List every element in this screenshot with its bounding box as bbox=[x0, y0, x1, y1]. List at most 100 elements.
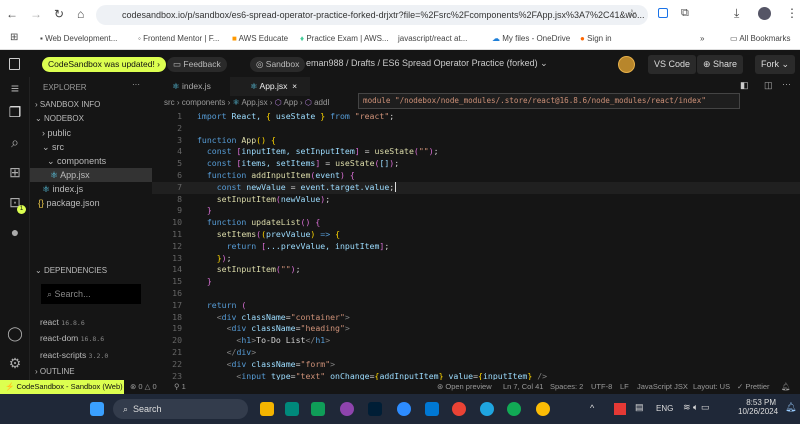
close-tab-icon[interactable]: × bbox=[292, 81, 297, 91]
code-line[interactable]: 20 <h1>To-Do List</h1> bbox=[152, 335, 800, 347]
code-line[interactable]: 22 <div className="form"> bbox=[152, 359, 800, 371]
user-avatar[interactable] bbox=[618, 56, 635, 73]
code-line[interactable]: 1 import React, { useState } from "react"… bbox=[152, 111, 800, 123]
cursor-position[interactable]: Ln 7, Col 41 bbox=[503, 380, 543, 394]
vscode-button[interactable]: VS Code bbox=[648, 55, 697, 74]
photoshop-icon[interactable] bbox=[368, 402, 382, 416]
dependency-react-dom[interactable]: react-dom 16.8.6 bbox=[40, 333, 104, 343]
extension-icon[interactable] bbox=[658, 8, 668, 18]
bookmark[interactable]: ● Sign in bbox=[580, 34, 612, 43]
indentation[interactable]: Spaces: 2 bbox=[550, 380, 583, 394]
taskbar-search[interactable]: ⌕ Search bbox=[113, 399, 248, 419]
chrome-icon[interactable] bbox=[452, 402, 466, 416]
search-icon[interactable]: ⌕ bbox=[6, 133, 24, 151]
feedback-button[interactable]: ▭ Feedback bbox=[167, 57, 227, 72]
section-outline[interactable]: › OUTLINE bbox=[35, 367, 75, 376]
bookmark[interactable]: ◦ Frontend Mentor | F... bbox=[138, 34, 219, 43]
crumb-file[interactable]: App.jsx bbox=[241, 98, 267, 107]
tray-chevron-icon[interactable]: ^ bbox=[590, 403, 594, 413]
files-icon[interactable]: ❐ bbox=[6, 103, 24, 121]
zoom-icon[interactable] bbox=[397, 402, 411, 416]
clock[interactable]: 8:53 PM 10/26/2024 bbox=[738, 398, 778, 416]
keyboard-icon[interactable]: ▤ bbox=[635, 402, 644, 413]
meet-icon[interactable] bbox=[285, 402, 299, 416]
more-icon[interactable]: ··· bbox=[132, 80, 140, 89]
code-line[interactable]: 13 }); bbox=[152, 253, 800, 265]
crumb-src[interactable]: src bbox=[164, 98, 175, 107]
file-package-json[interactable]: {} package.json bbox=[38, 198, 100, 208]
folder-src[interactable]: ⌄ src bbox=[42, 142, 64, 153]
code-line[interactable]: 16 bbox=[152, 288, 800, 300]
sandbox-badge[interactable]: ◎ Sandbox bbox=[250, 57, 306, 72]
language-indicator[interactable]: ENG bbox=[656, 404, 673, 413]
code-line[interactable]: 14 setInputItem(""); bbox=[152, 264, 800, 276]
address-bar[interactable]: codesandbox.io/p/sandbox/es6-spread-oper… bbox=[96, 5, 648, 25]
code-line[interactable]: 15 } bbox=[152, 276, 800, 288]
section-dependencies[interactable]: ⌄ DEPENDENCIES bbox=[35, 266, 107, 275]
code-line[interactable]: 7 const newValue = event.target.value; bbox=[152, 181, 800, 194]
tab-index-js[interactable]: ⚛ index.js bbox=[152, 77, 230, 96]
folder-components[interactable]: ⌄ components bbox=[47, 156, 106, 167]
more-bookmarks-icon[interactable]: » bbox=[700, 34, 704, 43]
update-badge[interactable]: CodeSandbox was updated! › bbox=[42, 57, 167, 72]
tray-app-icon[interactable] bbox=[614, 403, 626, 415]
menu-icon[interactable]: ⋮ bbox=[786, 6, 798, 20]
code-line[interactable]: 2 bbox=[152, 123, 800, 135]
file-app-jsx[interactable]: ⚛ App.jsx bbox=[30, 168, 152, 182]
star-icon[interactable]: ☆ bbox=[627, 7, 637, 20]
more-actions-icon[interactable]: ··· bbox=[782, 79, 791, 89]
code-line[interactable]: 11 setItems((prevValue) => { bbox=[152, 229, 800, 241]
menu-logo-icon[interactable] bbox=[9, 58, 20, 70]
all-bookmarks[interactable]: ▭ All Bookmarks bbox=[730, 34, 790, 43]
code-line[interactable]: 10 function updateList() { bbox=[152, 217, 800, 229]
app-icon[interactable] bbox=[507, 402, 521, 416]
prettier[interactable]: ✓ Prettier bbox=[737, 380, 770, 394]
code-line[interactable]: 23 <input type="text" onChange={addInput… bbox=[152, 371, 800, 380]
code-line[interactable]: 6 function addInputItem(event) { bbox=[152, 170, 800, 182]
split-editor-icon[interactable]: ◧ bbox=[740, 80, 749, 91]
language-mode[interactable]: JavaScript JSX bbox=[637, 380, 688, 394]
layout-icon[interactable]: ◫ bbox=[764, 80, 773, 91]
crumb-function[interactable]: addI bbox=[314, 98, 330, 107]
crumb-components[interactable]: components bbox=[182, 98, 226, 107]
account-icon[interactable]: ◯ bbox=[6, 324, 24, 342]
github-desktop-icon[interactable] bbox=[340, 402, 354, 416]
github-icon[interactable]: ● bbox=[6, 223, 24, 241]
tab-app-jsx[interactable]: ⚛ App.jsx × bbox=[230, 77, 310, 96]
code-line[interactable]: 4 const [inputItem, setInputItem] = useS… bbox=[152, 146, 800, 158]
section-sandbox-info[interactable]: › SANDBOX INFO bbox=[35, 100, 100, 109]
dependency-react-scripts[interactable]: react-scripts 3.2.0 bbox=[40, 350, 108, 360]
classroom-icon[interactable] bbox=[311, 402, 325, 416]
fork-button[interactable]: Fork ⌄ bbox=[755, 55, 796, 74]
project-path[interactable]: eman988 / Drafts / ES6 Spread Operator P… bbox=[306, 58, 548, 69]
encoding[interactable]: UTF-8 bbox=[591, 380, 612, 394]
folder-public[interactable]: › public bbox=[42, 128, 71, 138]
section-nodebox[interactable]: ⌄ NODEBOX bbox=[35, 114, 84, 123]
file-index-js[interactable]: ⚛ index.js bbox=[42, 184, 83, 195]
network-volume-battery[interactable]: ≋ 🔈︎ ▭ bbox=[683, 402, 709, 413]
problems-indicator[interactable]: ⊗ 0 △ 0 bbox=[130, 380, 157, 394]
bookmark[interactable]: javascript/react at... bbox=[398, 34, 467, 43]
bookmark[interactable]: ♦ Practice Exam | AWS... bbox=[300, 34, 389, 43]
bookmark[interactable]: ▪ Web Development... bbox=[40, 34, 117, 43]
vscode-icon[interactable] bbox=[425, 402, 439, 416]
keyboard-layout[interactable]: Layout: US bbox=[693, 380, 730, 394]
notification-bell-icon[interactable]: 🔔︎ bbox=[785, 402, 796, 413]
dependency-search-input[interactable]: ⌕ Search... bbox=[41, 284, 141, 304]
start-icon[interactable] bbox=[90, 402, 104, 416]
code-line[interactable]: 5 const [items, setItems] = useState([])… bbox=[152, 158, 800, 170]
profile-avatar[interactable] bbox=[758, 7, 771, 20]
extensions-icon[interactable]: ⧉ bbox=[681, 7, 689, 20]
code-line[interactable]: 17 return ( bbox=[152, 300, 800, 312]
chrome-active-icon[interactable] bbox=[536, 402, 550, 416]
ports-indicator[interactable]: ⚲ 1 bbox=[174, 380, 186, 394]
code-line[interactable]: 3 function App() { bbox=[152, 135, 800, 147]
back-icon[interactable]: ← bbox=[6, 7, 18, 21]
code-line[interactable]: 21 </div> bbox=[152, 347, 800, 359]
code-line[interactable]: 8 setInputItem(newValue); bbox=[152, 194, 800, 206]
bookmark[interactable]: ■ AWS Educate bbox=[232, 34, 288, 43]
code-line[interactable]: 18 <div className="container"> bbox=[152, 312, 800, 324]
eol[interactable]: LF bbox=[620, 380, 629, 394]
share-button[interactable]: ⊕ Share bbox=[697, 55, 744, 74]
download-icon[interactable]: ⤓ bbox=[734, 6, 739, 21]
